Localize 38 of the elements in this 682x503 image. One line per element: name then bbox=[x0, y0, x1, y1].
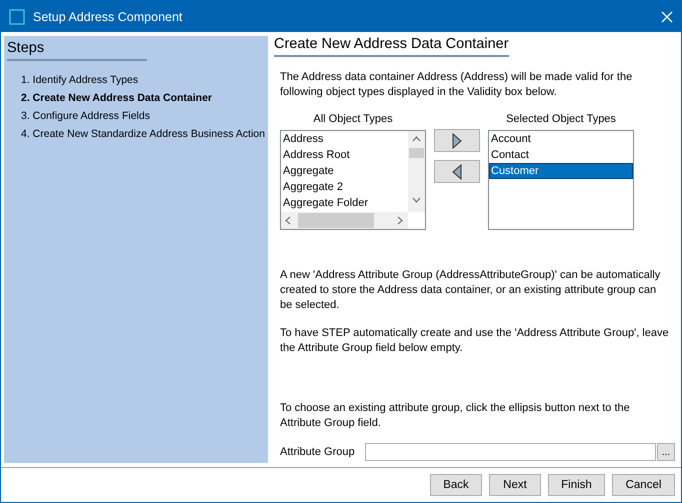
list-item[interactable]: Aggregate 2 bbox=[281, 179, 408, 195]
dialog-button[interactable]: Cancel bbox=[612, 474, 675, 496]
attribute-group-field[interactable] bbox=[365, 443, 656, 461]
list-item[interactable]: Account bbox=[489, 131, 633, 147]
info-text: To have STEP automatically create and use the 'Address Attribute Group', leave the Attribute Group field below empty. bbox=[280, 326, 669, 356]
steps-title: Steps bbox=[7, 40, 147, 61]
left-triangle-icon bbox=[452, 164, 462, 180]
browse-button[interactable]: ... bbox=[657, 443, 675, 461]
step-item: 2. Create New Address Data Container bbox=[20, 91, 214, 106]
list-heading: Selected Object Types bbox=[506, 113, 616, 125]
add-button[interactable] bbox=[434, 129, 480, 152]
list-item[interactable]: Customer bbox=[489, 163, 633, 179]
object-type-list[interactable]: Account Contact Customer bbox=[488, 130, 634, 230]
right-triangle-icon bbox=[452, 132, 462, 148]
info-text: A new 'Address Attribute Group (AddressAttributeGroup)' can be automatically created to store the Address data container, or an existing attribute group can be selected. bbox=[280, 268, 662, 313]
page-title: Create New Address Data Container bbox=[274, 36, 509, 57]
dialog-button[interactable]: Next bbox=[489, 474, 541, 496]
dialog-button[interactable]: Back bbox=[430, 474, 482, 496]
vertical-scrollbar[interactable] bbox=[408, 131, 425, 212]
step-item: 4. Create New Standardize Address Business Action bbox=[20, 127, 265, 142]
window-title: Setup Address Component bbox=[33, 10, 184, 24]
intro-text: The Address data container Address (Address) will be made valid for the following object types displayed in the Validity box below. bbox=[280, 70, 634, 100]
horizontal-scrollbar[interactable] bbox=[281, 212, 408, 229]
list-heading: All Object Types bbox=[313, 113, 393, 125]
list-item[interactable]: Address Root bbox=[281, 147, 408, 163]
info-text: To choose an existing attribute group, click the ellipsis button next to the Attribute Group field. bbox=[280, 401, 631, 431]
close-icon[interactable] bbox=[661, 10, 673, 22]
list-item[interactable]: Aggregate Folder bbox=[281, 195, 408, 211]
step-item: 3. Configure Address Fields bbox=[20, 109, 151, 124]
step-item: 1. Identify Address Types bbox=[20, 73, 140, 88]
app-icon bbox=[9, 8, 25, 24]
list-item[interactable]: Aggregate bbox=[281, 163, 408, 179]
list-item[interactable]: Address bbox=[281, 131, 408, 147]
field-label: Attribute Group bbox=[280, 446, 356, 458]
object-type-list[interactable]: Address Address Root Aggregate Aggregate 2 Aggregate Folder bbox=[280, 130, 426, 230]
dialog-button[interactable]: Finish bbox=[548, 474, 605, 496]
remove-button[interactable] bbox=[434, 160, 480, 183]
list-item[interactable]: Contact bbox=[489, 147, 633, 163]
